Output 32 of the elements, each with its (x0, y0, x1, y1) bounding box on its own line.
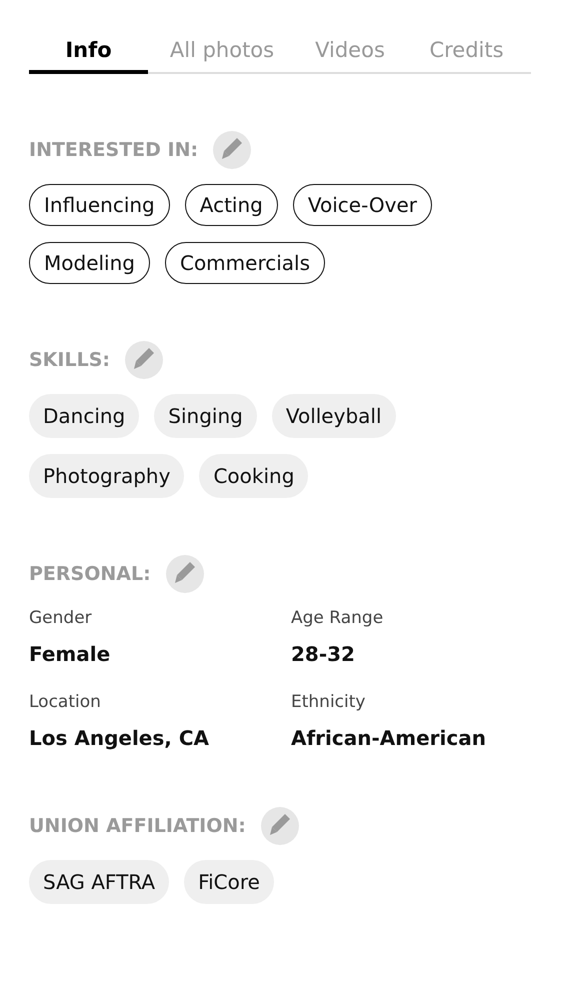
tag-chip: Dancing (29, 394, 140, 438)
field-label: Age Range (291, 608, 384, 628)
field-label: Gender (29, 608, 93, 628)
field-value: African-American (291, 726, 487, 750)
edit-icon[interactable] (260, 806, 300, 846)
section-heading: SKILLS: (29, 349, 110, 371)
tag-chip: FiCore (184, 860, 274, 904)
tag-chip: Photography (29, 454, 184, 498)
tag-chip: Singing (154, 394, 257, 438)
field-value: 28-32 (291, 642, 356, 666)
tab[interactable]: Info (29, 38, 148, 74)
tab[interactable]: Videos (296, 38, 404, 74)
tag-chip: Cooking (199, 454, 308, 498)
tag-chip: Volleyball (272, 394, 396, 438)
tab[interactable]: Credits (404, 38, 529, 74)
field-label: Location (29, 692, 102, 712)
edit-icon[interactable] (124, 340, 164, 380)
tag-chip: Modeling (29, 242, 150, 284)
section-heading: INTERESTED IN: (29, 139, 198, 161)
tag-chip: SAG AFTRA (29, 860, 170, 904)
section-heading: PERSONAL: (29, 563, 151, 585)
field-value: Female (29, 642, 112, 666)
tag-chip: Voice-Over (292, 184, 432, 226)
field-label: Ethnicity (291, 692, 366, 712)
edit-icon[interactable] (164, 554, 205, 594)
tab[interactable]: All photos (148, 38, 296, 74)
section-heading: UNION AFFILIATION: (29, 815, 246, 837)
edit-icon[interactable] (212, 130, 252, 170)
field-value: Los Angeles, CA (29, 726, 210, 750)
tag-chip: Acting (184, 184, 278, 226)
tag-chip: Influencing (29, 184, 170, 226)
tag-chip: Commercials (164, 242, 326, 284)
